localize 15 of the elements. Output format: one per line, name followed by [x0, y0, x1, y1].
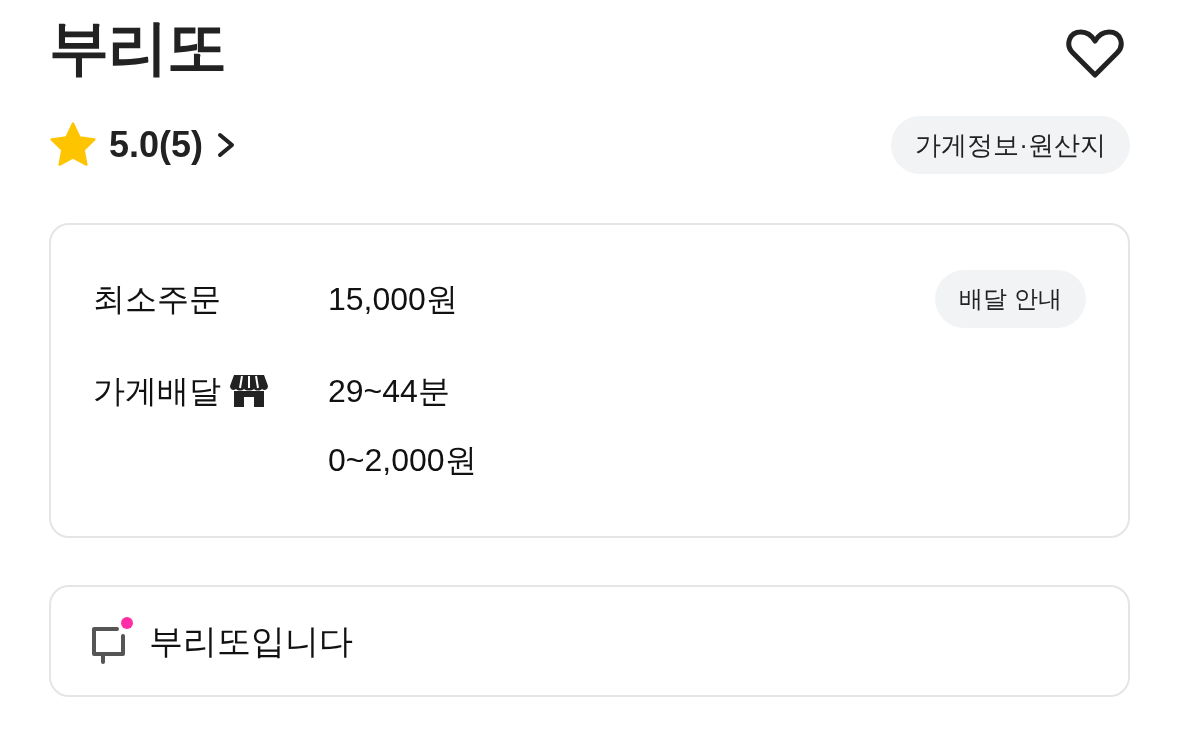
favorite-button[interactable]	[1065, 28, 1125, 80]
store-title: 부리또	[49, 13, 226, 83]
info-label: 가게배달	[93, 372, 221, 411]
info-value: 0~2,000원	[328, 441, 478, 480]
notice-card[interactable]: 부리또입니다	[49, 585, 1130, 697]
star-icon	[49, 122, 97, 168]
store-info-button[interactable]: 가게정보·원산지	[891, 116, 1130, 174]
info-value: 15,000원	[328, 280, 459, 319]
heart-icon	[1066, 29, 1124, 79]
storefront-icon	[229, 374, 269, 408]
info-value: 29~44분	[328, 372, 451, 411]
chevron-right-icon	[217, 132, 236, 158]
info-label: 최소주문	[93, 280, 221, 319]
rating-link[interactable]: 5.0(5)	[109, 118, 236, 172]
delivery-guide-button[interactable]: 배달 안내	[935, 270, 1086, 328]
